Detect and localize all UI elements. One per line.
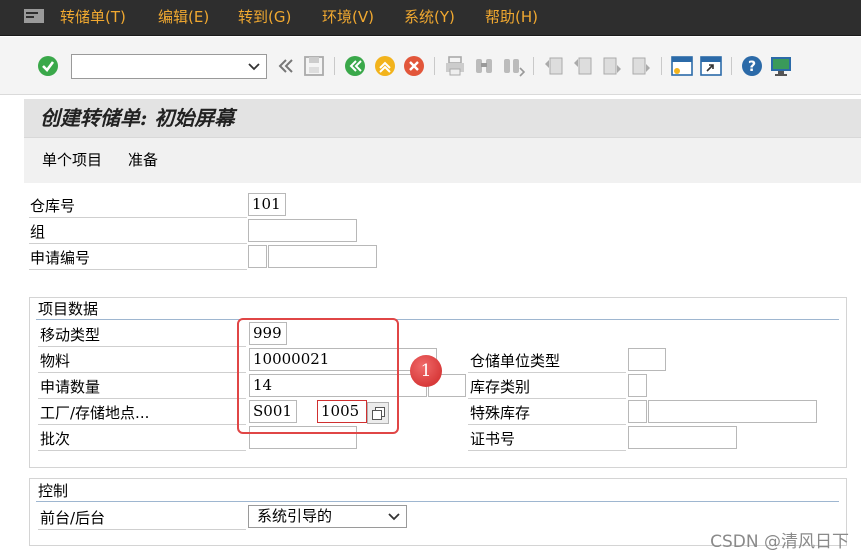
toolbar-separator — [434, 57, 435, 75]
exit-icon[interactable] — [373, 54, 397, 78]
request-number-field-2[interactable] — [268, 245, 377, 268]
toolbar-separator — [334, 57, 335, 75]
toolbar-separator — [661, 57, 662, 75]
warehouse-label: 仓库号 — [30, 197, 76, 215]
field-underline — [29, 243, 247, 244]
annotation-highlight-box — [237, 318, 399, 434]
annotation-marker: 1 — [410, 355, 442, 387]
foreground-background-label: 前台/后台 — [40, 509, 106, 527]
field-underline — [38, 398, 246, 399]
toolbar-separator — [533, 57, 534, 75]
watermark: CSDN @清风日下 — [710, 532, 849, 552]
enter-icon[interactable] — [36, 54, 60, 78]
toolbar-separator — [731, 57, 732, 75]
first-page-icon[interactable] — [542, 54, 566, 78]
group-field[interactable] — [248, 219, 357, 242]
menu-item-goto[interactable]: 转到(G) — [238, 0, 291, 34]
menu-item-transfer-order[interactable]: 转储单(T) — [60, 0, 126, 34]
menu-item-environment[interactable]: 环境(V) — [322, 0, 374, 34]
chevron-down-icon[interactable] — [248, 62, 260, 72]
plant-storage-location-label: 工厂/存储地点... — [40, 404, 150, 422]
field-underline — [38, 450, 246, 451]
field-underline — [29, 217, 247, 218]
section-rule — [36, 319, 839, 320]
menu-bar: 转储单(T) 编辑(E) 转到(G) 环境(V) 系统(Y) 帮助(H) — [0, 0, 861, 36]
svg-text:?: ? — [748, 59, 756, 75]
find-icon[interactable] — [472, 54, 496, 78]
requested-quantity-label: 申请数量 — [40, 378, 101, 396]
menu-item-system[interactable]: 系统(Y) — [404, 0, 455, 34]
next-page-icon[interactable] — [600, 54, 624, 78]
prepare-button[interactable]: 准备 — [128, 150, 158, 170]
control-section-title: 控制 — [38, 482, 69, 500]
new-session-icon[interactable] — [670, 54, 694, 78]
batch-label: 批次 — [40, 430, 71, 448]
page-title: 创建转储单: 初始屏幕 — [40, 106, 235, 130]
group-label: 组 — [30, 223, 46, 241]
field-underline — [468, 450, 626, 451]
chevron-down-icon[interactable] — [388, 512, 400, 522]
section-rule — [36, 501, 839, 502]
application-toolbar: 单个项目 准备 — [24, 137, 861, 183]
foreground-background-select[interactable]: 系统引导的 — [248, 505, 407, 528]
warehouse-field[interactable]: 101 — [248, 193, 286, 216]
certificate-number-label: 证书号 — [470, 430, 516, 448]
request-number-field-1[interactable] — [248, 245, 267, 268]
field-underline — [38, 346, 246, 347]
item-data-section-title: 项目数据 — [38, 300, 99, 318]
menu-item-edit[interactable]: 编辑(E) — [158, 0, 209, 34]
single-item-button[interactable]: 单个项目 — [42, 150, 102, 170]
customize-icon[interactable] — [769, 54, 793, 78]
help-icon[interactable]: ? — [740, 54, 764, 78]
last-page-icon[interactable] — [629, 54, 653, 78]
special-stock-indicator-field[interactable] — [628, 400, 647, 423]
storage-unit-type-label: 仓储单位类型 — [470, 352, 561, 370]
field-underline — [468, 398, 626, 399]
collapse-icon[interactable] — [274, 54, 298, 78]
menu-item-help[interactable]: 帮助(H) — [485, 0, 538, 34]
stock-category-label: 库存类别 — [470, 378, 531, 396]
special-stock-number-field[interactable] — [648, 400, 817, 423]
shortcut-icon[interactable] — [699, 54, 723, 78]
field-underline — [468, 424, 626, 425]
print-icon[interactable] — [443, 54, 467, 78]
field-underline — [38, 424, 246, 425]
command-field[interactable] — [71, 54, 267, 79]
field-underline — [38, 372, 246, 373]
save-icon[interactable] — [302, 54, 326, 78]
special-stock-label: 特殊库存 — [470, 404, 531, 422]
field-underline — [29, 269, 247, 270]
request-number-label: 申请编号 — [30, 249, 91, 267]
find-next-icon[interactable] — [501, 54, 525, 78]
standard-toolbar: ? — [0, 37, 861, 95]
movement-type-label: 移动类型 — [40, 326, 101, 344]
cancel-icon[interactable] — [402, 54, 426, 78]
stock-category-field[interactable] — [628, 374, 647, 397]
certificate-number-field[interactable] — [628, 426, 737, 449]
storage-unit-type-field[interactable] — [628, 348, 666, 371]
command-input[interactable] — [74, 56, 242, 77]
back-icon[interactable] — [343, 54, 367, 78]
material-label: 物料 — [40, 352, 71, 370]
field-underline — [38, 529, 246, 530]
foreground-background-value: 系统引导的 — [257, 507, 333, 525]
app-menu-icon[interactable] — [24, 9, 44, 23]
field-underline — [468, 372, 626, 373]
screen-title-bar: 创建转储单: 初始屏幕 — [24, 99, 861, 137]
prev-page-icon[interactable] — [571, 54, 595, 78]
